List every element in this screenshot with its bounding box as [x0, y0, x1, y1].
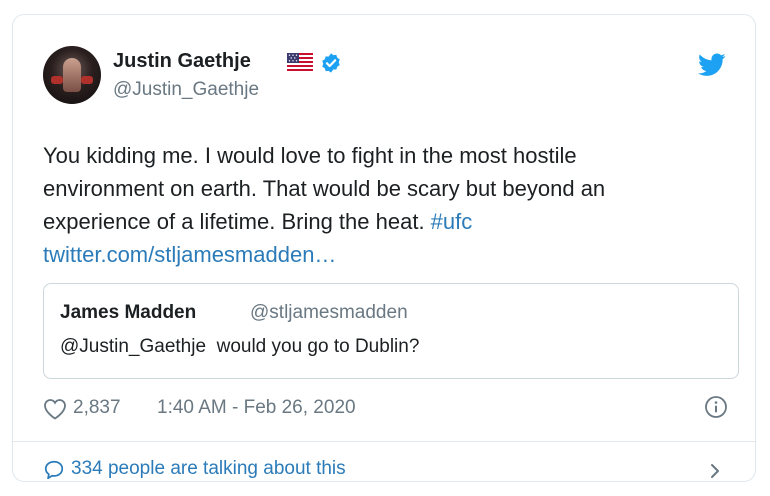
twitter-bird-icon[interactable]: [698, 53, 726, 77]
hashtag-link[interactable]: #ufc: [431, 209, 473, 234]
like-count[interactable]: 2,837: [73, 397, 121, 419]
tweet-url-link[interactable]: twitter.com/stljamesmadden…: [43, 242, 336, 267]
chevron-right-icon[interactable]: [707, 461, 723, 481]
author-name[interactable]: Justin Gaethje: [113, 50, 251, 73]
avatar-glove-left: [51, 76, 63, 84]
tweet-body: You kidding me. I would love to fight in…: [43, 143, 606, 234]
speech-bubble-icon: [44, 460, 64, 480]
quoted-author-name: James Madden: [60, 302, 197, 323]
quoted-tweet[interactable]: James Madden @stljamesmadden @Justin_Gae…: [43, 283, 739, 379]
author-avatar[interactable]: [43, 46, 101, 104]
author-handle[interactable]: @Justin_Gaethje: [113, 79, 259, 101]
tweet-timestamp[interactable]: 1:40 AM - Feb 26, 2020: [157, 397, 356, 419]
footer-divider: [13, 441, 755, 442]
info-icon[interactable]: [704, 395, 728, 419]
avatar-figure: [63, 58, 81, 92]
conversation-count: 334 people are talking about this: [71, 458, 346, 479]
avatar-glove-right: [81, 76, 93, 84]
us-flag-icon: [287, 53, 313, 71]
tweet-text: You kidding me. I would love to fight in…: [43, 139, 743, 271]
tweet-card: Justin Gaethje @Justin_Gaethje You kiddi…: [12, 14, 756, 482]
verified-badge-icon: [322, 53, 340, 73]
quoted-text: @Justin_Gaethje would you go to Dublin?: [60, 336, 420, 357]
quoted-author-handle: @stljamesmadden: [250, 302, 408, 323]
heart-icon[interactable]: [43, 398, 67, 420]
